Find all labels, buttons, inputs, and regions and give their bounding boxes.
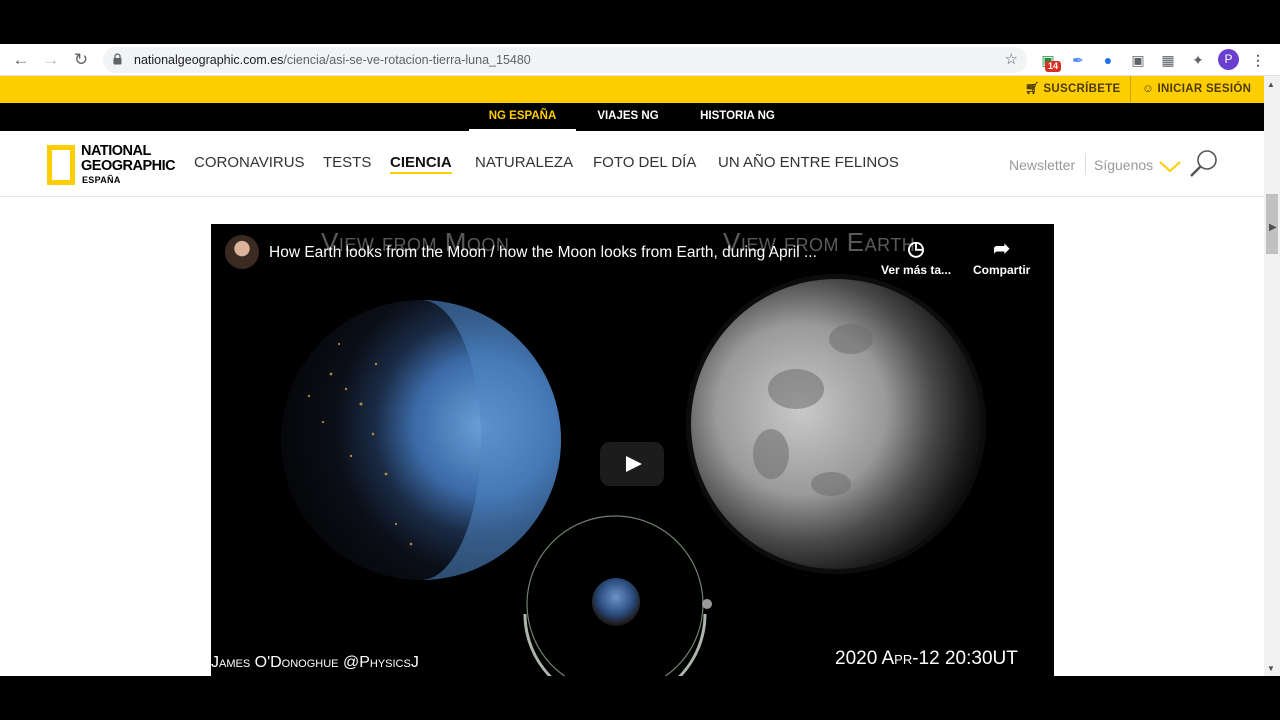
extension-grid-icon[interactable]: ▦ bbox=[1158, 50, 1178, 70]
extension-square-icon[interactable]: ▣ bbox=[1128, 50, 1148, 70]
scroll-right-arrow-icon[interactable]: ▶ bbox=[1269, 222, 1277, 233]
nav-coronavirus[interactable]: CORONAVIRUS bbox=[194, 154, 305, 171]
scroll-down-arrow-icon[interactable]: ▼ bbox=[1267, 664, 1275, 673]
newsletter-link[interactable]: Newsletter bbox=[1009, 157, 1075, 173]
subscribe-button[interactable]: 🛒︎ SUSCRÍBETE bbox=[1025, 76, 1121, 103]
video-credit: James O'Donoghue @PhysicsJ bbox=[211, 654, 419, 671]
bookmark-star-icon[interactable]: ☆ bbox=[1005, 50, 1018, 68]
login-label: INICIAR SESIÓN bbox=[1157, 83, 1252, 95]
logo-sub: ESPAÑA bbox=[82, 175, 121, 185]
channel-avatar[interactable] bbox=[225, 235, 259, 269]
play-button[interactable] bbox=[600, 442, 664, 486]
video-title[interactable]: How Earth looks from the Moon / how the … bbox=[269, 244, 817, 262]
top-utility-bar: 🛒︎ SUSCRÍBETE ☺ INICIAR SESIÓN bbox=[0, 76, 1264, 103]
share-button[interactable]: ➦ Compartir bbox=[973, 238, 1030, 277]
clock-icon: ◷ bbox=[907, 238, 925, 260]
forward-arrow-icon[interactable]: → bbox=[40, 49, 62, 71]
network-tab-ng-espana[interactable]: NG ESPAÑA bbox=[469, 103, 576, 131]
browser-toolbar: ← → ↻ nationalgeographic.com.es/ciencia/… bbox=[0, 44, 1280, 76]
header-divider bbox=[1085, 153, 1086, 175]
cart-icon: 🛒︎ bbox=[1025, 83, 1044, 95]
logo-line2: GEOGRAPHIC bbox=[81, 158, 176, 174]
browser-window: ← → ↻ nationalgeographic.com.es/ciencia/… bbox=[0, 44, 1280, 676]
logo-yellow-frame bbox=[47, 145, 75, 185]
logo-wordmark: NATIONAL GEOGRAPHIC bbox=[81, 143, 176, 174]
extension-sphere-icon[interactable]: ● bbox=[1098, 50, 1118, 70]
nav-ciencia[interactable]: CIENCIA bbox=[390, 154, 452, 174]
extensions-puzzle-icon[interactable]: ✦ bbox=[1188, 50, 1208, 70]
play-icon bbox=[626, 456, 642, 472]
url-path: /ciencia/asi-se-ve-rotacion-tierra-luna_… bbox=[283, 53, 531, 67]
watch-later-label: Ver más ta... bbox=[881, 263, 952, 277]
nav-naturaleza[interactable]: NATURALEZA bbox=[475, 154, 573, 171]
subscribe-label: SUSCRÍBETE bbox=[1043, 83, 1121, 95]
watch-later-button[interactable]: ◷ Ver más ta... bbox=[881, 238, 951, 277]
follow-label: Síguenos bbox=[1094, 157, 1154, 173]
address-bar[interactable]: nationalgeographic.com.es/ciencia/asi-se… bbox=[103, 47, 1027, 73]
user-circle-icon: ☺ bbox=[1142, 83, 1158, 95]
topbar-divider bbox=[1130, 76, 1131, 103]
browser-menu-icon[interactable]: ⋮ bbox=[1248, 50, 1268, 70]
follow-dropdown[interactable]: Síguenos bbox=[1094, 157, 1153, 173]
logo-line1: NATIONAL bbox=[81, 143, 151, 159]
chevron-down-icon[interactable] bbox=[1158, 160, 1182, 174]
video-player[interactable]: View from Moon View from Earth How Earth… bbox=[211, 224, 1054, 676]
share-arrow-icon: ➦ bbox=[993, 238, 1011, 260]
nav-foto-del-dia[interactable]: FOTO DEL DÍA bbox=[593, 154, 696, 171]
url-host: nationalgeographic.com.es bbox=[134, 53, 284, 67]
network-tab-historia[interactable]: HISTORIA NG bbox=[690, 103, 785, 131]
video-datetime: 2020 Apr-12 20:30UT bbox=[835, 648, 1018, 669]
back-arrow-icon[interactable]: ← bbox=[10, 49, 32, 71]
nav-un-ano-entre-felinos[interactable]: UN AÑO ENTRE FELINOS bbox=[718, 154, 899, 171]
page-scrollbar[interactable]: ▲ ▼ bbox=[1264, 76, 1280, 676]
reload-icon[interactable]: ↻ bbox=[70, 49, 92, 71]
lock-icon bbox=[113, 53, 122, 65]
extension-badge: 14 bbox=[1045, 61, 1062, 72]
scroll-up-arrow-icon[interactable]: ▲ bbox=[1267, 80, 1275, 89]
login-button[interactable]: ☺ INICIAR SESIÓN bbox=[1142, 76, 1251, 103]
profile-avatar[interactable]: P bbox=[1218, 49, 1239, 70]
site-header: NATIONAL GEOGRAPHIC ESPAÑA CORONAVIRUS T… bbox=[0, 131, 1264, 197]
search-icon[interactable] bbox=[1188, 148, 1220, 180]
extension-feather-icon[interactable]: ✒ bbox=[1068, 50, 1088, 70]
share-label: Compartir bbox=[973, 263, 1031, 277]
network-nav: NG ESPAÑA VIAJES NG HISTORIA NG bbox=[0, 103, 1264, 131]
nav-tests[interactable]: TESTS bbox=[323, 154, 371, 171]
url-text: nationalgeographic.com.es/ciencia/asi-se… bbox=[134, 53, 531, 67]
network-tab-viajes[interactable]: VIAJES NG bbox=[590, 103, 666, 131]
